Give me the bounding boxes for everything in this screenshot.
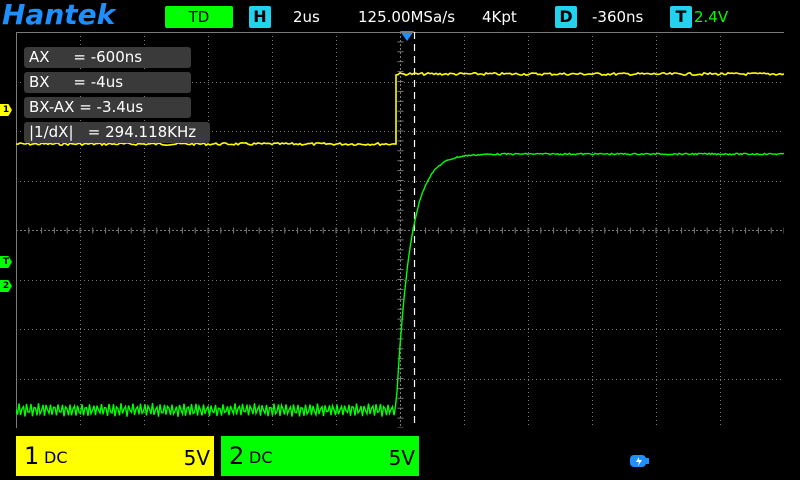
hantek-logo: Hantek	[2, 0, 116, 31]
channel-1-number: 1	[24, 442, 40, 470]
horizontal-icon: H	[249, 6, 271, 28]
delay-icon: D	[555, 6, 577, 28]
cursor-readout-bx: BX = -4us	[24, 72, 191, 93]
sample-rate-value: 125.00MSa/s	[358, 8, 456, 26]
bottom-channel-bar: 1 DC 5V 2 DC 5V	[0, 436, 800, 480]
cursor-readout-freq: |1/dX| = 294.118KHz	[24, 122, 210, 143]
channel-2-scale: 5V	[388, 446, 415, 470]
top-status-bar: Hantek TD H 2us 125.00MSa/s 4Kpt D -360n…	[0, 0, 800, 32]
cursor-readout-ax: AX = -600ns	[24, 47, 191, 68]
channel-1-scale: 5V	[183, 446, 210, 470]
trigger-icon: T	[670, 6, 692, 28]
channel-2-settings[interactable]: 2 DC 5V	[221, 436, 419, 476]
memory-depth-value: 4Kpt	[482, 8, 517, 26]
delay-value[interactable]: -360ns	[592, 8, 643, 26]
channel-2-number: 2	[229, 442, 245, 470]
mode-badge[interactable]: TD	[165, 6, 233, 28]
trigger-level-value[interactable]: 2.4V	[694, 8, 728, 26]
channel-1-settings[interactable]: 1 DC 5V	[16, 436, 214, 476]
channel-1-coupling: DC	[44, 448, 68, 467]
channel-2-marker[interactable]: 2	[0, 280, 12, 292]
timebase-value[interactable]: 2us	[293, 8, 320, 26]
battery-icon	[630, 455, 649, 467]
channel-2-coupling: DC	[249, 448, 273, 467]
cursor-readout-delta: BX-AX = -3.4us	[24, 97, 191, 118]
trigger-level-marker[interactable]: T	[0, 256, 12, 268]
channel-1-marker[interactable]: 1	[0, 104, 12, 116]
